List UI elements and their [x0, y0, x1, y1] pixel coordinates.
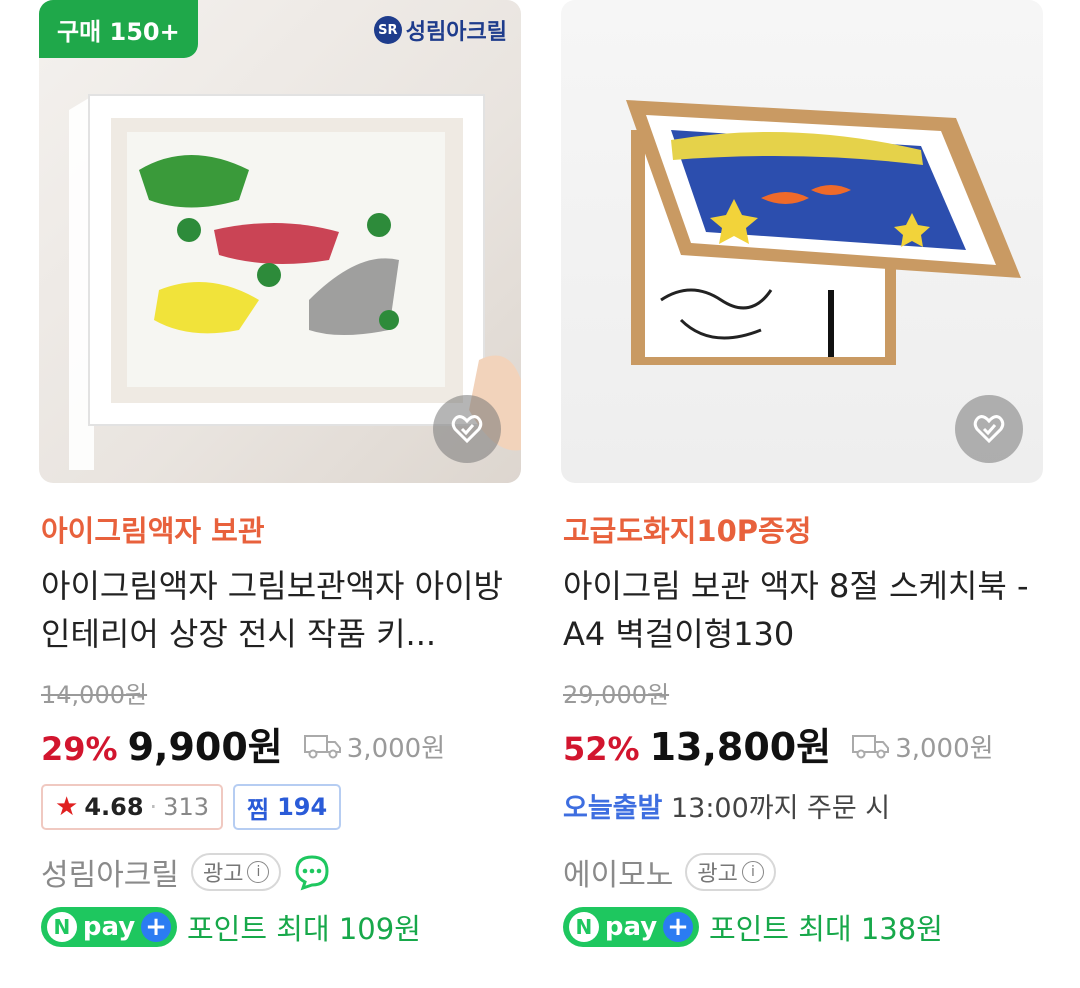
original-price: 14,000원: [41, 681, 148, 709]
npay-row: N pay + 포인트 최대 138원: [563, 906, 943, 948]
heart-icon: [451, 415, 483, 444]
product-grid: 구매 150+ SR 성림아크릴 아이그림액자 보관 아이그림액자 그림보관액자…: [0, 0, 1080, 988]
npay-logo-text: pay: [604, 912, 658, 942]
review-count: 313: [163, 793, 209, 821]
purchase-count-badge: 구매 150+: [39, 0, 198, 58]
truck-icon: [852, 735, 890, 759]
npay-row: N pay + 포인트 최대 109원: [41, 906, 421, 948]
sale-price: 9,900원: [127, 725, 283, 769]
today-ship-label: 오늘출발: [563, 793, 663, 824]
brand-logo: SR 성림아크릴: [373, 14, 507, 46]
ad-label: 광고: [697, 862, 738, 887]
price-row: 52% 13,800원 3,000원: [563, 716, 994, 771]
discount-rate: 52%: [563, 730, 640, 768]
shipping-fee: 3,000원: [303, 728, 445, 765]
original-price: 29,000원: [563, 681, 670, 709]
wishlist-button[interactable]: [433, 395, 501, 463]
product-image[interactable]: 구매 150+ SR 성림아크릴: [39, 0, 521, 483]
promo-text: 고급도화지10P증정: [563, 514, 812, 548]
star-icon: ★: [55, 792, 79, 822]
rating-score: 4.68: [84, 793, 144, 821]
rating-row: ★ 4.68 · 313 찜 194: [41, 784, 342, 830]
price-row: 29% 9,900원 3,000원: [41, 716, 445, 771]
ad-label: 광고: [203, 862, 244, 887]
product-title[interactable]: 아이그림액자 그림보관액자 아이방 인테리어 상장 전시 작품 키...: [41, 562, 519, 658]
brand-logo-text: 성림아크릴: [405, 20, 507, 45]
truck-icon: [303, 735, 341, 759]
heart-icon: [973, 415, 1005, 444]
wishlist-button[interactable]: [955, 395, 1023, 463]
npay-points: 포인트 최대 109원: [187, 912, 421, 946]
seller-name[interactable]: 성림아크릴: [41, 850, 179, 894]
shipping-fee: 3,000원: [851, 728, 994, 765]
npay-logo-text: pay: [82, 912, 136, 942]
delivery-info: 오늘출발 13:00까지 주문 시: [563, 786, 890, 825]
product-card[interactable]: 고급도화지10P증정 아이그림 보관 액자 8절 스케치북 - A4 벽걸이형1…: [561, 0, 1043, 947]
shipping-fee-value: 3,000원: [346, 733, 446, 764]
ad-chip[interactable]: 광고 i: [685, 853, 776, 891]
info-icon: i: [247, 861, 270, 883]
separator-dot: ·: [149, 793, 158, 821]
sale-price: 13,800원: [649, 725, 832, 769]
brand-logo-mark: SR: [373, 16, 402, 44]
order-deadline: 13:00까지 주문 시: [670, 793, 891, 824]
info-icon: i: [741, 861, 764, 883]
seller-name[interactable]: 에이모노: [563, 850, 673, 894]
product-title[interactable]: 아이그림 보관 액자 8절 스케치북 - A4 벽걸이형130: [563, 562, 1041, 658]
seller-row: 성림아크릴 광고 i: [41, 850, 331, 894]
ad-chip[interactable]: 광고 i: [191, 853, 282, 891]
talk-icon[interactable]: [293, 853, 331, 891]
discount-rate: 29%: [41, 730, 118, 768]
product-card[interactable]: 구매 150+ SR 성림아크릴 아이그림액자 보관 아이그림액자 그림보관액자…: [39, 0, 521, 947]
seller-row: 에이모노 광고 i: [563, 850, 776, 894]
shipping-fee-value: 3,000원: [895, 733, 994, 764]
jjim-count: 194: [277, 793, 328, 821]
promo-text: 아이그림액자 보관: [41, 514, 265, 548]
jjim-label: 찜: [246, 795, 270, 824]
npay-points: 포인트 최대 138원: [709, 912, 943, 946]
npay-icon: N pay +: [41, 907, 177, 947]
product-image[interactable]: [561, 0, 1043, 483]
rating-badge[interactable]: ★ 4.68 · 313: [41, 784, 223, 830]
jjim-badge[interactable]: 찜 194: [232, 784, 342, 830]
npay-icon: N pay +: [563, 907, 699, 947]
